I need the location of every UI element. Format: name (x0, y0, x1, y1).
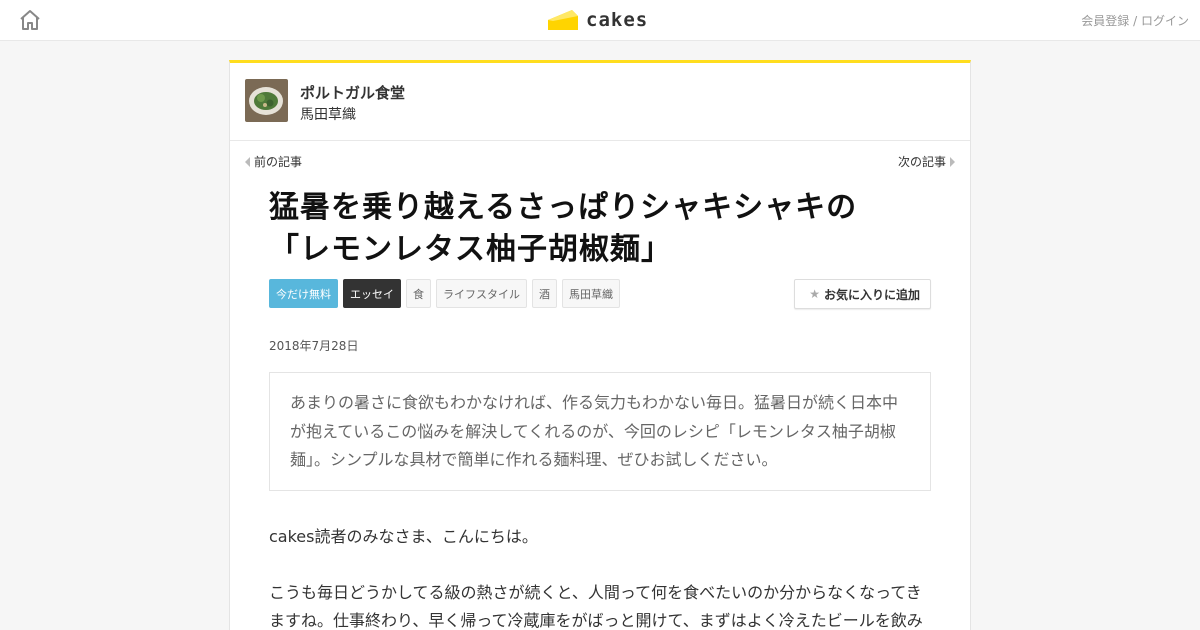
next-article-label: 次の記事 (897, 155, 946, 169)
tag-lifestyle[interactable]: ライフスタイル (436, 279, 527, 308)
body-paragraph-2-line-2: ますね。仕事終わり、早く帰って冷蔵庫をがばっと開けて、まずはよく冷えたビールを飲… (269, 611, 923, 630)
article-title-line-2: 「レモンレタス柚子胡椒麺」 (269, 232, 672, 267)
series-header: ポルトガル食堂 馬田草織 (230, 63, 970, 141)
article-lead: あまりの暑さに食欲もわかなければ、作る気力もわかない毎日。猛暑日が続く日本中 が… (269, 372, 931, 491)
logo-text: cakes (586, 9, 649, 31)
series-thumbnail[interactable] (245, 79, 288, 122)
tag-food[interactable]: 食 (406, 279, 431, 308)
auth-separator: / (1133, 14, 1138, 28)
publish-date: 2018年7月28日 (269, 339, 359, 353)
chevron-left-icon (245, 156, 250, 167)
add-favorite-button[interactable]: ★ お気に入りに追加 (794, 279, 931, 309)
cake-slice-icon (548, 10, 578, 30)
tag-author[interactable]: 馬田草織 (562, 279, 620, 308)
cakes-logo[interactable]: cakes (547, 6, 648, 34)
series-author[interactable]: 馬田草織 (300, 104, 356, 124)
tag-essay[interactable]: エッセイ (343, 279, 401, 308)
star-icon: ★ (809, 287, 820, 301)
body-paragraph-2: こうも毎日どうかしてる級の熱さが続くと、人間って何を食べたいのか分からなくなって… (269, 579, 939, 630)
lead-line-3: 麺」。シンプルな具材で簡単に作れる麺料理、ぜひお試しください。 (290, 450, 778, 469)
prev-article-label: 前の記事 (254, 155, 303, 169)
lead-line-2: が抱えているこの悩みを解決してくれるのが、今回のレシピ「レモンレタス柚子胡椒 (290, 421, 896, 441)
series-title[interactable]: ポルトガル食堂 (300, 82, 405, 103)
article-card: ポルトガル食堂 馬田草織 前の記事 次の記事 猛暑を乗り越えるさっぱりシャキシャ… (229, 60, 971, 630)
article-title: 猛暑を乗り越えるさっぱりシャキシャキの 「レモンレタス柚子胡椒麺」 (269, 187, 929, 271)
login-link[interactable]: ログイン (1141, 14, 1189, 28)
lead-line-1: あまりの暑さに食欲もわかなければ、作る気力もわかない毎日。猛暑日が続く日本中 (290, 393, 899, 412)
home-icon[interactable] (18, 8, 42, 32)
chevron-right-icon (950, 156, 955, 167)
tag-alcohol[interactable]: 酒 (532, 279, 557, 308)
tag-list: 今だけ無料 エッセイ 食 ライフスタイル 酒 馬田草織 (269, 279, 620, 308)
tag-free-now[interactable]: 今だけ無料 (269, 279, 338, 308)
auth-links: 会員登録 / ログイン (1081, 12, 1189, 29)
body-paragraph-2-line-1: こうも毎日どうかしてる級の熱さが続くと、人間って何を食べたいのか分からなくなって… (269, 583, 922, 602)
next-article-link[interactable]: 次の記事 (898, 153, 955, 170)
top-navigation-bar: cakes 会員登録 / ログイン (0, 0, 1200, 41)
prev-article-link[interactable]: 前の記事 (245, 153, 302, 170)
article-title-line-1: 猛暑を乗り越えるさっぱりシャキシャキの (269, 190, 858, 225)
add-favorite-label: お気に入りに追加 (823, 287, 920, 302)
body-paragraph-1: cakes読者のみなさま、こんにちは。 (269, 527, 538, 546)
register-link[interactable]: 会員登録 (1081, 14, 1129, 28)
